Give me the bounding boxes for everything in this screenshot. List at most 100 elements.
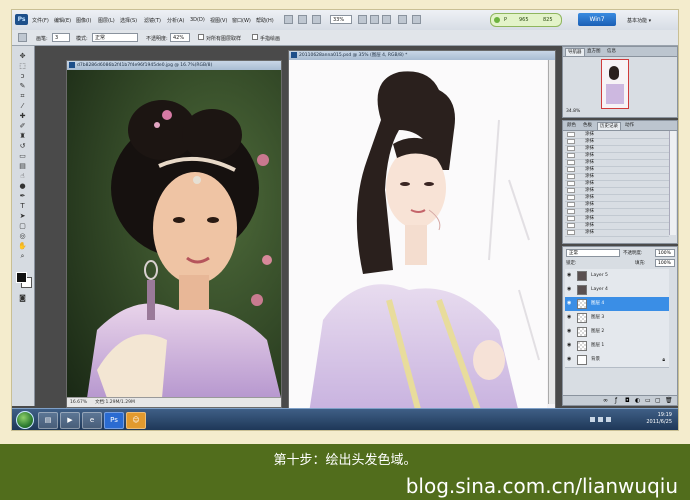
menu-layer[interactable]: 图层(L) [98, 17, 115, 24]
menu-view[interactable]: 视图(V) [210, 17, 227, 24]
bridge-icon[interactable] [284, 15, 293, 24]
screen-mode-icon[interactable] [412, 15, 421, 24]
painting-window[interactable]: 20110628anna015.psd @ 35% (图层 4, RGB/8) … [288, 50, 556, 414]
adjustment-layer-icon[interactable]: ◐ [635, 397, 640, 404]
zoom-level-field[interactable]: 33% [330, 15, 352, 24]
shape-tool-icon[interactable]: ▢ [17, 222, 28, 230]
eye-icon[interactable]: ◉ [567, 301, 573, 306]
arrange-documents-icon[interactable] [398, 15, 407, 24]
smudge-tool-icon[interactable]: ☝ [17, 172, 28, 180]
menu-help[interactable]: 帮助(H) [256, 17, 274, 24]
marquee-tool-icon[interactable]: ⬚ [17, 62, 28, 70]
smudge-tool-preset-icon[interactable] [18, 33, 27, 42]
eye-icon[interactable]: ◉ [567, 329, 573, 334]
delete-layer-icon[interactable]: 🗑︎ [665, 397, 673, 404]
layer-mask-icon[interactable]: ◘ [625, 397, 630, 404]
doc-zoom-value[interactable]: 16.67% [70, 398, 87, 407]
painting-canvas[interactable] [289, 60, 547, 413]
taskbar-clock[interactable]: 19:19 2011/6/25 [646, 412, 672, 426]
history-scrollbar[interactable] [669, 131, 676, 235]
move-tool-icon[interactable]: ✥ [17, 52, 28, 60]
reference-photo-window[interactable]: d7b8286d6086b2f41b7f4e96f1945de0.jpg @ 1… [66, 60, 282, 408]
new-layer-icon[interactable]: ▢ [655, 397, 661, 404]
start-button[interactable] [16, 411, 34, 429]
eye-icon[interactable]: ◉ [567, 343, 573, 348]
hand-tool-icon[interactable] [358, 15, 367, 24]
workspace-switcher[interactable]: 基本功能 ▾ [627, 17, 651, 24]
tab-color[interactable]: 颜色 [565, 122, 578, 129]
tab-info[interactable]: 信息 [605, 48, 618, 55]
media-player-taskbar-icon[interactable]: ▶ [60, 412, 80, 429]
layer-row[interactable]: ◉ Layer 4 [565, 283, 669, 298]
fill-input[interactable]: 100% [655, 259, 675, 267]
menu-3d[interactable]: 3D(D) [190, 17, 205, 23]
eyedropper-tool-icon[interactable]: ⁄ [17, 102, 28, 110]
eraser-tool-icon[interactable]: ▭ [17, 152, 28, 160]
navigator-zoom[interactable]: 34.8% [566, 109, 580, 114]
extras-icon[interactable] [312, 15, 321, 24]
layer-opacity-input[interactable]: 100% [655, 249, 675, 257]
brush-size-picker[interactable]: 3 [52, 33, 70, 42]
tray-volume-icon[interactable] [598, 417, 603, 422]
mini-bridge-icon[interactable] [298, 15, 307, 24]
zoom-tool-icon[interactable]: ⌕ [17, 252, 28, 260]
zoom-tool-icon[interactable] [370, 15, 379, 24]
eye-icon[interactable]: ◉ [567, 357, 573, 362]
crop-tool-icon[interactable]: ⌗ [17, 92, 28, 100]
layer-row[interactable]: ◉ 背景 🔒︎ [565, 353, 669, 368]
clone-stamp-tool-icon[interactable]: ♜ [17, 132, 28, 140]
menu-window[interactable]: 窗口(W) [232, 17, 251, 24]
quick-select-tool-icon[interactable]: ✎ [17, 82, 28, 90]
eye-icon[interactable]: ◉ [567, 273, 573, 278]
menu-image[interactable]: 图像(I) [76, 17, 91, 24]
tab-histogram[interactable]: 直方图 [585, 48, 603, 55]
win7-button[interactable]: Win7 [578, 13, 616, 26]
menu-filter[interactable]: 滤镜(T) [144, 17, 161, 24]
eye-icon[interactable]: ◉ [567, 287, 573, 292]
path-select-tool-icon[interactable]: ➤ [17, 212, 28, 220]
quick-mask-icon[interactable]: ◙ [17, 294, 28, 302]
menu-file[interactable]: 文件(F) [32, 17, 49, 24]
menu-analysis[interactable]: 分析(A) [167, 17, 184, 24]
finger-painting-checkbox[interactable] [252, 34, 258, 40]
history-state[interactable]: 涂抹 [565, 229, 669, 237]
tab-actions[interactable]: 动作 [623, 122, 636, 129]
opacity-input[interactable]: 42% [170, 33, 190, 42]
eye-icon[interactable]: ◉ [567, 315, 573, 320]
layer-row[interactable]: ◉ 图层 1 [565, 339, 669, 354]
doc-title[interactable]: 20110628anna015.psd @ 35% (图层 4, RGB/8) … [289, 51, 555, 60]
layer-row[interactable]: ◉ 图层 2 [565, 325, 669, 340]
tray-network-icon[interactable] [590, 417, 595, 422]
type-tool-icon[interactable]: T [17, 202, 28, 210]
gradient-tool-icon[interactable]: ▤ [17, 162, 28, 170]
tab-swatches[interactable]: 色板 [581, 122, 594, 129]
foreground-color-swatch[interactable] [16, 272, 27, 283]
menu-edit[interactable]: 编辑(E) [54, 17, 71, 24]
menu-select[interactable]: 选择(S) [120, 17, 137, 24]
explorer-taskbar-icon[interactable]: ▤ [38, 412, 58, 429]
lasso-tool-icon[interactable]: ↄ [17, 72, 28, 80]
3d-rotate-tool-icon[interactable]: ◎ [17, 232, 28, 240]
photoshop-taskbar-icon[interactable]: Ps [104, 412, 124, 429]
pen-tool-icon[interactable]: ✒ [17, 192, 28, 200]
dodge-tool-icon[interactable]: ● [17, 182, 28, 190]
link-layers-icon[interactable]: ∞ [603, 397, 608, 404]
layer-row[interactable]: ◉ 图层 3 [565, 311, 669, 326]
qq-taskbar-icon[interactable]: ☺ [126, 412, 146, 429]
sample-all-layers-checkbox[interactable] [198, 34, 204, 40]
layer-row[interactable]: ◉ Layer 5 [565, 269, 669, 284]
vertical-scrollbar[interactable] [548, 60, 555, 404]
tray-flag-icon[interactable] [606, 417, 611, 422]
layer-style-icon[interactable]: ƒ [615, 397, 617, 404]
navigator-thumbnail[interactable] [601, 59, 629, 109]
new-group-icon[interactable]: ▭ [645, 397, 651, 404]
healing-brush-tool-icon[interactable]: ✚ [17, 112, 28, 120]
tab-history[interactable]: 历史记录 [597, 122, 621, 130]
brush-tool-icon[interactable]: ✐ [17, 122, 28, 130]
mode-select[interactable]: 正常 [92, 33, 138, 42]
layer-row-selected[interactable]: ◉ 图层 4 [565, 297, 669, 312]
rotate-view-icon[interactable] [382, 15, 391, 24]
tab-navigator[interactable]: 导航器 [565, 48, 585, 56]
ie-taskbar-icon[interactable]: e [82, 412, 102, 429]
hand-tool-icon[interactable]: ✋ [17, 242, 28, 250]
